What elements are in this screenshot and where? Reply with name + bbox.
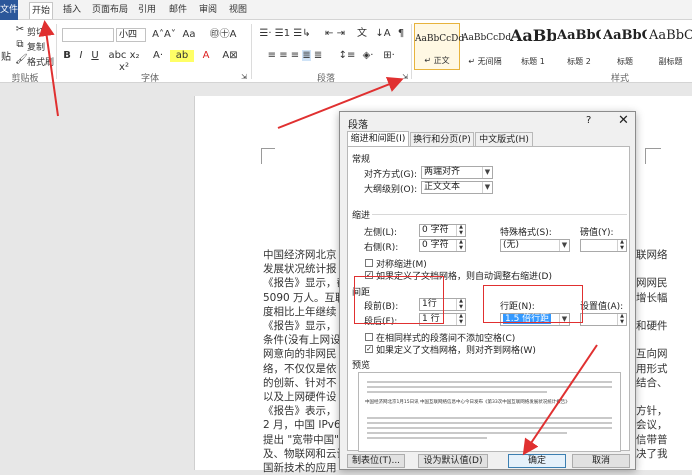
annotation-arrows <box>38 20 598 456</box>
arrow-to-ok-button <box>522 344 598 456</box>
arrow-to-home-tab <box>38 20 59 117</box>
arrow-to-paragraph-launcher <box>277 76 404 129</box>
